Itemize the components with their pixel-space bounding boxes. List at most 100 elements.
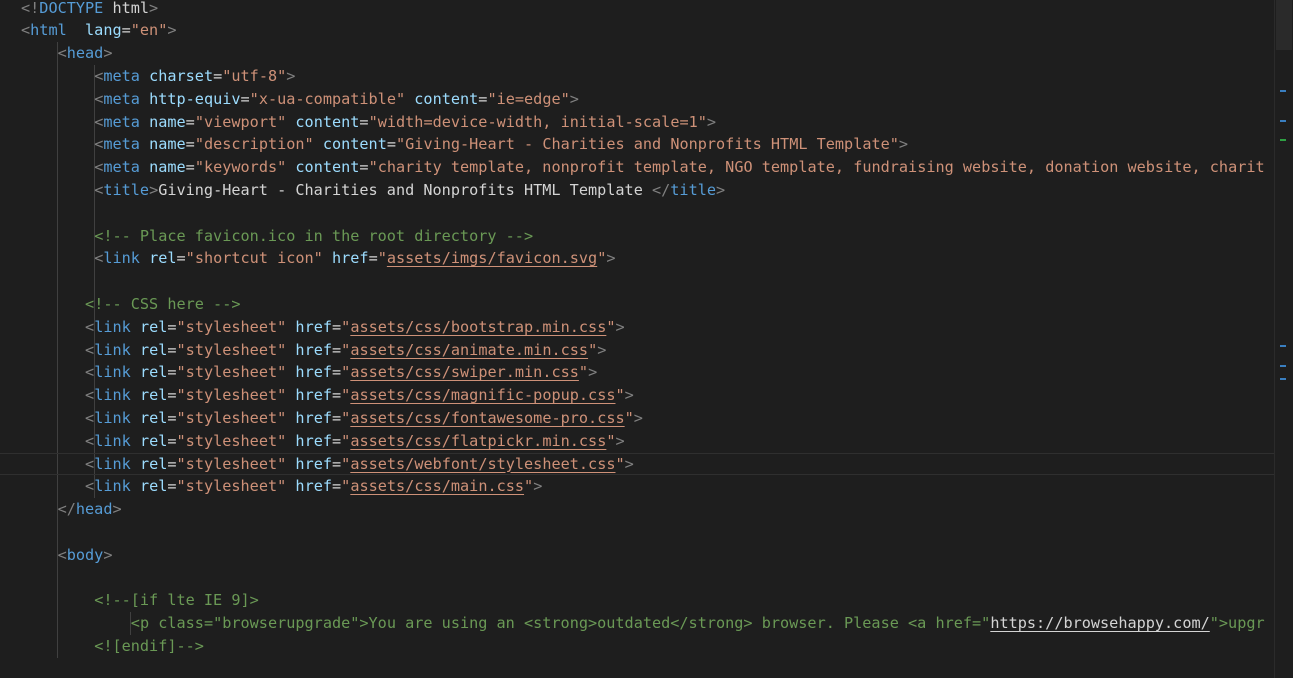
token-str: "stylesheet" [176, 408, 287, 427]
token-tag: link [94, 408, 131, 427]
token-punct: </ [651, 180, 671, 199]
overview-ruler-marker [1280, 90, 1286, 92]
token-link[interactable]: assets/imgs/favicon.svg [387, 249, 597, 267]
token-text: = [359, 112, 369, 131]
token-link[interactable]: assets/css/bootstrap.min.css [350, 318, 606, 336]
code-line[interactable]: <link rel="stylesheet" href="assets/css/… [0, 407, 1275, 430]
token-text: = [167, 454, 177, 473]
token-link[interactable]: assets/webfont/stylesheet.css [350, 455, 615, 473]
code-line[interactable]: <html lang="en"> [0, 19, 1275, 42]
code-line[interactable]: <head> [0, 42, 1275, 65]
token-str: "stylesheet" [176, 363, 287, 382]
token-attr: http-equiv [149, 89, 241, 108]
code-editor[interactable]: <!DOCTYPE html> <html lang="en"> <head> <me… [0, 0, 1293, 678]
token-punct: < [85, 317, 95, 336]
token-str: " [524, 477, 534, 496]
token-attr: rel [139, 477, 168, 496]
code-line[interactable]: <title>Giving-Heart - Charities and Nonp… [0, 179, 1275, 202]
token-text: = [332, 340, 342, 359]
code-line[interactable] [0, 270, 1275, 293]
token-str: " [341, 363, 351, 382]
token-attr: href [295, 454, 332, 473]
token-str: "stylesheet" [176, 477, 287, 496]
code-line[interactable]: <link rel="stylesheet" href="assets/css/… [0, 361, 1275, 384]
token-str: "description" [194, 135, 314, 154]
current-code-line[interactable]: <link rel="stylesheet" href="assets/webf… [0, 453, 1275, 476]
vertical-scrollbar[interactable] [1274, 0, 1293, 678]
code-line[interactable]: <link rel="stylesheet" href="assets/css/… [0, 430, 1275, 453]
token-str: " [341, 317, 351, 336]
token-tag: head [75, 500, 113, 519]
token-attr: content [322, 135, 387, 154]
token-punct: > [597, 340, 607, 359]
token-tag: meta [103, 89, 140, 108]
token-punct: > [533, 477, 543, 496]
token-linkc[interactable]: https://browsehappy.com/ [990, 614, 1209, 632]
code-line[interactable]: <link rel="shortcut icon" href="assets/i… [0, 247, 1275, 270]
token-str: " [341, 340, 351, 359]
token-link[interactable]: assets/css/animate.min.css [350, 341, 588, 359]
code-line[interactable]: <meta http-equiv="x-ua-compatible" conte… [0, 88, 1275, 111]
token-attr: name [149, 112, 186, 131]
token-punct: < [85, 340, 95, 359]
token-attr: href [295, 408, 332, 427]
code-line[interactable]: <!-- CSS here --> [0, 293, 1275, 316]
token-tag: link [103, 249, 140, 268]
token-punct: < [94, 112, 104, 131]
token-text: = [332, 386, 342, 405]
token-link[interactable]: assets/css/main.css [350, 477, 524, 495]
token-str: "viewport" [194, 112, 287, 131]
token-tag: meta [103, 66, 140, 85]
token-str: "width=device-width, initial-scale=1" [368, 112, 707, 131]
token-punct: < [94, 158, 104, 177]
token-comment: <![endif]--> [94, 636, 204, 655]
token-punct: > [615, 317, 625, 336]
code-line[interactable]: <meta name="keywords" content="charity t… [0, 156, 1275, 179]
token-punct: > [103, 44, 113, 63]
token-comment: <!-- CSS here --> [85, 294, 241, 313]
token-str: " [606, 317, 616, 336]
token-link[interactable]: assets/css/magnific-popup.css [350, 386, 615, 404]
token-punct: > [624, 386, 634, 405]
code-line[interactable]: <link rel="stylesheet" href="assets/css/… [0, 339, 1275, 362]
code-line[interactable]: <meta name="description" content="Giving… [0, 133, 1275, 156]
code-line[interactable]: <link rel="stylesheet" href="assets/css/… [0, 316, 1275, 339]
token-str: "stylesheet" [176, 431, 287, 450]
token-punct: > [633, 408, 643, 427]
token-punct: < [94, 180, 104, 199]
token-attr: rel [139, 340, 168, 359]
code-line[interactable] [0, 567, 1275, 590]
token-punct: < [85, 363, 95, 382]
code-line[interactable]: <![endif]--> [0, 635, 1275, 658]
scrollbar-thumb[interactable] [1276, 0, 1292, 50]
code-line[interactable]: <!-- Place favicon.ico in the root direc… [0, 225, 1275, 248]
token-str: "stylesheet" [176, 454, 287, 473]
token-tag: meta [103, 112, 140, 131]
code-line[interactable]: </head> [0, 498, 1275, 521]
token-text: = [167, 317, 177, 336]
code-line[interactable] [0, 202, 1275, 225]
token-link[interactable]: assets/css/swiper.min.css [350, 363, 579, 381]
token-link[interactable]: assets/css/fontawesome-pro.css [350, 409, 624, 427]
token-punct: < [94, 135, 104, 154]
code-line[interactable]: <meta name="viewport" content="width=dev… [0, 111, 1275, 134]
code-area[interactable]: <!DOCTYPE html> <html lang="en"> <head> <me… [0, 0, 1275, 678]
code-line[interactable]: <meta charset="utf-8"> [0, 65, 1275, 88]
code-line[interactable]: <!DOCTYPE html> [0, 0, 1275, 19]
token-text: = [185, 135, 195, 154]
token-link[interactable]: assets/css/flatpickr.min.css [350, 432, 606, 450]
token-str: " [606, 431, 616, 450]
code-line[interactable] [0, 521, 1275, 544]
token-punct: < [85, 454, 95, 473]
code-line[interactable]: <body> [0, 544, 1275, 567]
code-line[interactable]: <link rel="stylesheet" href="assets/css/… [0, 384, 1275, 407]
code-line[interactable]: <link rel="stylesheet" href="assets/css/… [0, 475, 1275, 498]
token-tag: link [94, 317, 131, 336]
overview-ruler-marker [1280, 345, 1286, 347]
token-str: " [377, 249, 387, 268]
code-line[interactable]: <p class="browserupgrade">You are using … [0, 612, 1275, 635]
code-line[interactable]: <!--[if lte IE 9]> [0, 589, 1275, 612]
